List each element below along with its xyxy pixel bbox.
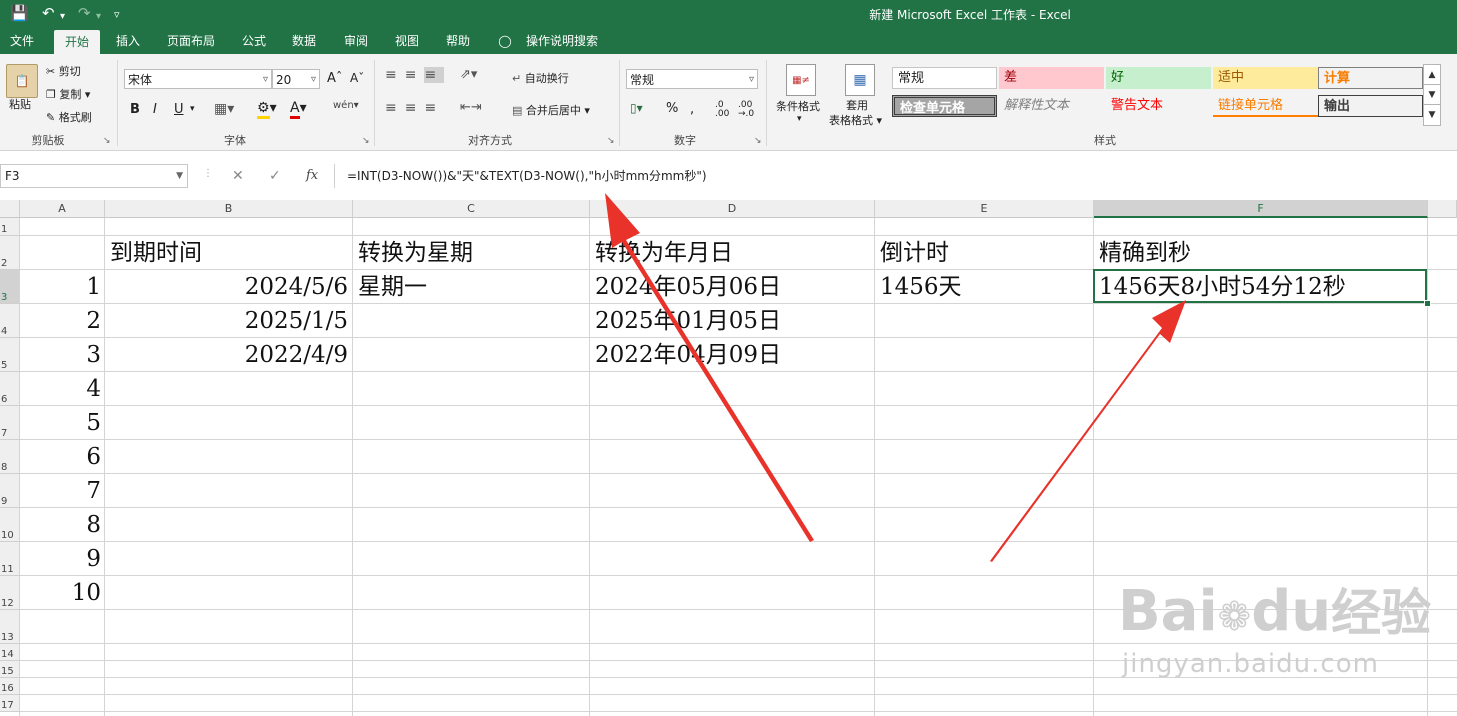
arrow-to-cell-f3 — [990, 300, 1186, 562]
annotation-arrows — [605, 193, 1186, 562]
arrow-to-formula — [605, 193, 814, 542]
